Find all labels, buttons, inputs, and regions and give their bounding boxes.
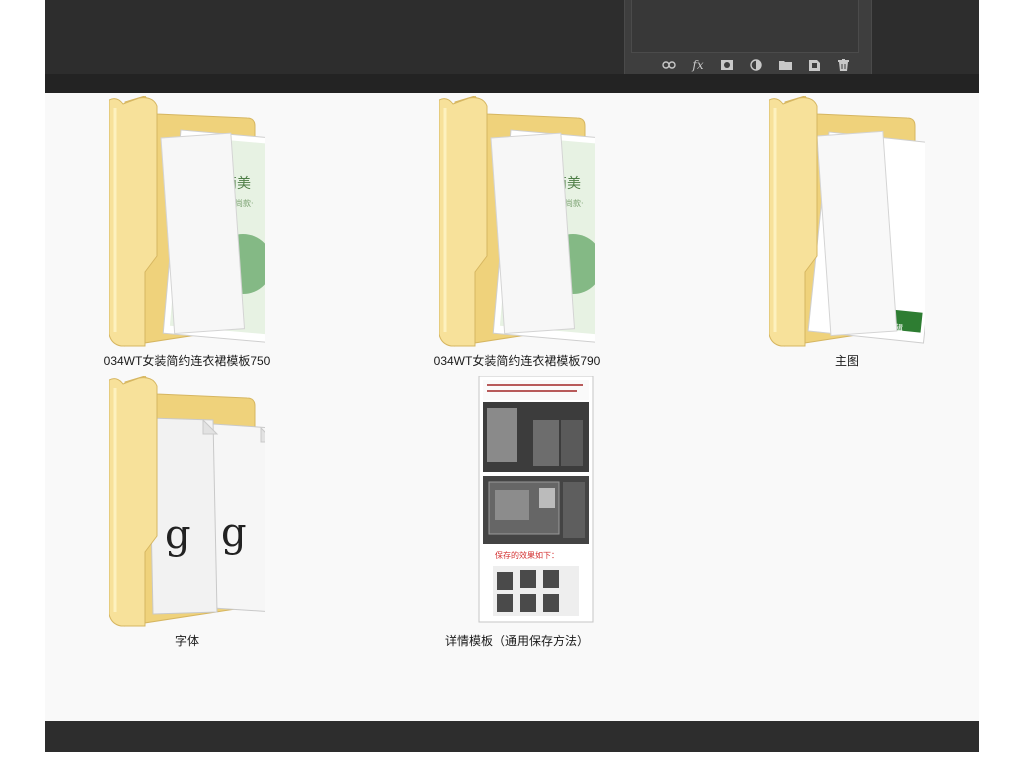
- folder-label: 034WT女装简约连衣裙模板750: [103, 354, 271, 368]
- file-item[interactable]: 保存的效果如下： 详情模板（通用保存方法）: [417, 376, 617, 656]
- image-thumbnail: 保存的效果如下：: [478, 376, 594, 623]
- file-label: 详情模板（通用保存方法）: [444, 634, 589, 648]
- layers-toolbar: fx: [625, 56, 871, 74]
- glyph-g: g: [165, 512, 191, 558]
- folder-label: 主图: [834, 354, 859, 368]
- layers-panel: fx: [624, 0, 872, 74]
- folder-icon: g g: [109, 376, 265, 627]
- adjustment-icon[interactable]: [748, 58, 764, 72]
- fx-icon[interactable]: fx: [690, 58, 706, 72]
- thumb-heading: 保存的效果如下：: [495, 550, 559, 560]
- glyph-g: g: [221, 510, 247, 556]
- folder-icon[interactable]: [777, 58, 793, 72]
- new-layer-icon[interactable]: [806, 58, 822, 72]
- folder-item[interactable]: g g 字体: [87, 376, 287, 656]
- photoshop-header: fx: [45, 0, 979, 93]
- folder-label: 034WT女装简约连衣裙模板790: [433, 354, 601, 368]
- folder-icon: 色均可编辑: [769, 96, 925, 347]
- link-icon[interactable]: [661, 58, 677, 72]
- folder-item[interactable]: 色均可编辑 主图: [747, 96, 947, 376]
- folder-icon: 简美 时尚款·: [109, 96, 265, 347]
- status-bar: [45, 721, 979, 752]
- folder-label: 字体: [174, 634, 199, 648]
- layers-list: [631, 0, 859, 53]
- window-frame: fx 简美 时尚款· 034WT女装简约连衣裙模板750 简美 时尚款· 034…: [45, 0, 979, 752]
- folder-item[interactable]: 简美 时尚款· 034WT女装简约连衣裙模板750: [87, 96, 287, 376]
- trash-icon[interactable]: [835, 58, 851, 72]
- folder-icon: 简美 时尚款·: [439, 96, 595, 347]
- folder-item[interactable]: 简美 时尚款· 034WT女装简约连衣裙模板790: [417, 96, 617, 376]
- panel-separator-bar: [45, 74, 979, 93]
- mask-icon[interactable]: [719, 58, 735, 72]
